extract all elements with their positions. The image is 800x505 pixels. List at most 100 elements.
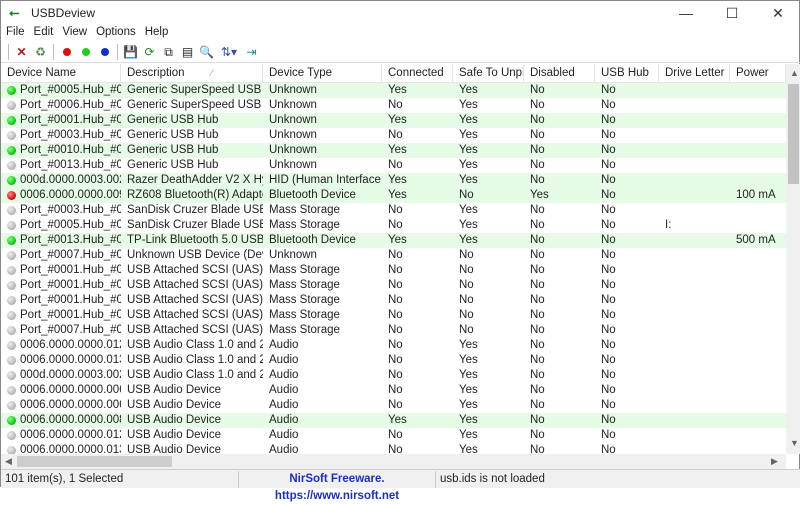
horizontal-scrollbar[interactable]: ◀ ▶ [1,454,786,469]
column-header-connected[interactable]: Connected [382,64,453,82]
table-row[interactable]: 000d.0000.0003.002.00... USB Audio Class … [1,368,786,383]
cell-connected: Yes [388,189,407,201]
table-row[interactable]: Port_#0005.Hub_#0001 SanDisk Cruzer Blade… [1,218,786,233]
table-row[interactable]: Port_#0013.Hub_#0001 TP-Link Bluetooth 5.… [1,233,786,248]
sort-icon[interactable]: ⇅▾ [216,43,242,61]
vertical-scrollbar[interactable]: ▲ ▼ [786,64,800,454]
table-row[interactable]: Port_#0001.Hub_#0001 USB Attached SCSI (U… [1,278,786,293]
table-row[interactable]: 0006.0000.0000.013.00... USB Audio Device… [1,443,786,454]
device-list[interactable]: Device Name Description ⁄ Device Type Con… [1,64,786,454]
exit-icon[interactable]: ⇥ [242,43,261,61]
cell-drive-letter [659,308,730,323]
properties-icon[interactable]: ▤ [178,43,197,61]
column-header-disabled[interactable]: Disabled [524,64,595,82]
cell-power [730,308,786,323]
cell-disabled: No [530,309,545,321]
menu-file[interactable]: File [1,26,29,41]
device-name-text: Port_#0001.Hub_#0001 [20,264,121,276]
cell-device-name: 000d.0000.0003.002.00... [1,173,121,188]
column-header-device-name[interactable]: Device Name [1,64,121,82]
cell-power [730,383,786,398]
cell-connected: No [388,204,403,216]
table-row[interactable]: 0006.0000.0000.008.00... USB Audio Device… [1,413,786,428]
table-row[interactable]: Port_#0003.Hub_#0004 Generic USB Hub Unkno… [1,128,786,143]
table-row[interactable]: Port_#0007.Hub_#0002 USB Attached SCSI (U… [1,323,786,338]
find-icon[interactable]: 🔍 [197,43,216,61]
column-header-usb-hub[interactable]: USB Hub [595,64,659,82]
table-row[interactable]: 000d.0000.0003.002.00... Razer DeathAdder… [1,173,786,188]
red-dot-icon[interactable] [57,43,76,61]
menu-edit[interactable]: Edit [29,26,58,41]
cell-power [730,263,786,278]
scroll-thumb[interactable] [788,84,799,184]
column-header-safe-to-unplug[interactable]: Safe To Unpl... [453,64,524,82]
table-row[interactable]: 0006.0000.0000.009.00... RZ608 Bluetooth(… [1,188,786,203]
cell-power [730,143,786,158]
table-row[interactable]: Port_#0006.Hub_#0002 Generic SuperSpeed U… [1,98,786,113]
nirsoft-link[interactable]: NirSoft Freeware. https://www.nirsoft.ne… [239,470,436,502]
cell-connected: Yes [388,414,407,426]
menu-help[interactable]: Help [140,26,173,41]
table-row[interactable]: Port_#0007.Hub_#0002 Unknown USB Device (… [1,248,786,263]
status-bar: 101 item(s), 1 Selected NirSoft Freeware… [1,469,800,502]
menu-options[interactable]: Options [91,26,140,41]
title-bar: ⭠ USBDeview — ☐ ✕ [1,1,800,25]
cell-safe-to-unplug: Yes [459,84,478,96]
device-name-text: Port_#0001.Hub_#0001 [20,294,121,306]
status-led-icon [7,356,16,365]
column-header-description[interactable]: Description ⁄ [121,64,263,82]
copy-icon[interactable]: ⧉ [159,43,178,61]
scroll-down-icon[interactable]: ▼ [790,438,799,448]
blue-dot-icon[interactable] [95,43,114,61]
cell-device-type: HID (Human Interface D... [269,174,382,186]
table-row[interactable]: Port_#0001.Hub_#0001 USB Attached SCSI (U… [1,308,786,323]
refresh-icon[interactable]: ⟳ [140,43,159,61]
scroll-thumb[interactable] [17,456,172,467]
toolbar-separator [8,44,9,60]
table-row[interactable]: Port_#0001.Hub_#0002 Generic USB Hub Unkno… [1,113,786,128]
cell-device-type: Audio [269,369,299,381]
menu-view[interactable]: View [57,26,91,41]
cell-device-type: Unknown [269,99,317,111]
column-header-device-type[interactable]: Device Type [263,64,382,82]
minimize-button[interactable]: — [663,1,709,25]
cell-power [730,173,786,188]
column-header-drive-letter[interactable]: Drive Letter [659,64,730,82]
cell-drive-letter [659,248,730,263]
cell-usb-hub: No [601,264,616,276]
save-icon[interactable]: 💾 [121,43,140,61]
table-row[interactable]: 0006.0000.0000.006.00... USB Audio Device… [1,383,786,398]
green-dot-icon[interactable] [76,43,95,61]
cell-safe-to-unplug: No [459,279,474,291]
scroll-right-icon[interactable]: ▶ [771,456,778,467]
table-row[interactable]: Port_#0013.Hub_#0001 Generic USB Hub Unkno… [1,158,786,173]
cell-connected: Yes [388,84,407,96]
uninstall-icon[interactable]: ✕ [12,43,31,61]
cell-safe-to-unplug: No [459,249,474,261]
scroll-left-icon[interactable]: ◀ [5,456,12,467]
table-row[interactable]: Port_#0001.Hub_#0001 USB Attached SCSI (U… [1,293,786,308]
status-led-icon [7,371,16,380]
table-row[interactable]: 0006.0000.0000.012.00... USB Audio Device… [1,428,786,443]
cell-safe-to-unplug: Yes [459,354,478,366]
table-row[interactable]: Port_#0005.Hub_#0002 Generic SuperSpeed U… [1,83,786,98]
recycle-icon[interactable]: ♻ [31,43,50,61]
cell-description: USB Audio Class 1.0 and 2.0 D... [127,339,263,351]
maximize-button[interactable]: ☐ [709,1,755,25]
table-row[interactable]: Port_#0001.Hub_#0001 USB Attached SCSI (U… [1,263,786,278]
table-row[interactable]: Port_#0003.Hub_#0002 SanDisk Cruzer Blade… [1,203,786,218]
cell-device-type: Audio [269,339,299,351]
status-led-icon [7,101,16,110]
device-name-text: Port_#0013.Hub_#0001 [20,159,121,171]
table-row[interactable]: 0006.0000.0000.012.00... USB Audio Class … [1,338,786,353]
device-name-text: Port_#0010.Hub_#0001 [20,144,121,156]
scroll-up-icon[interactable]: ▲ [790,68,799,78]
cell-description: SanDisk Cruzer Blade USB Dev... [127,219,263,231]
cell-device-type: Unknown [269,144,317,156]
column-header-power[interactable]: Power [730,64,786,82]
close-button[interactable]: ✕ [755,1,800,25]
table-row[interactable]: 0006.0000.0000.006.00... USB Audio Device… [1,398,786,413]
status-led-icon [7,401,16,410]
table-row[interactable]: Port_#0010.Hub_#0001 Generic USB Hub Unkno… [1,143,786,158]
table-row[interactable]: 0006.0000.0000.013.00... USB Audio Class … [1,353,786,368]
